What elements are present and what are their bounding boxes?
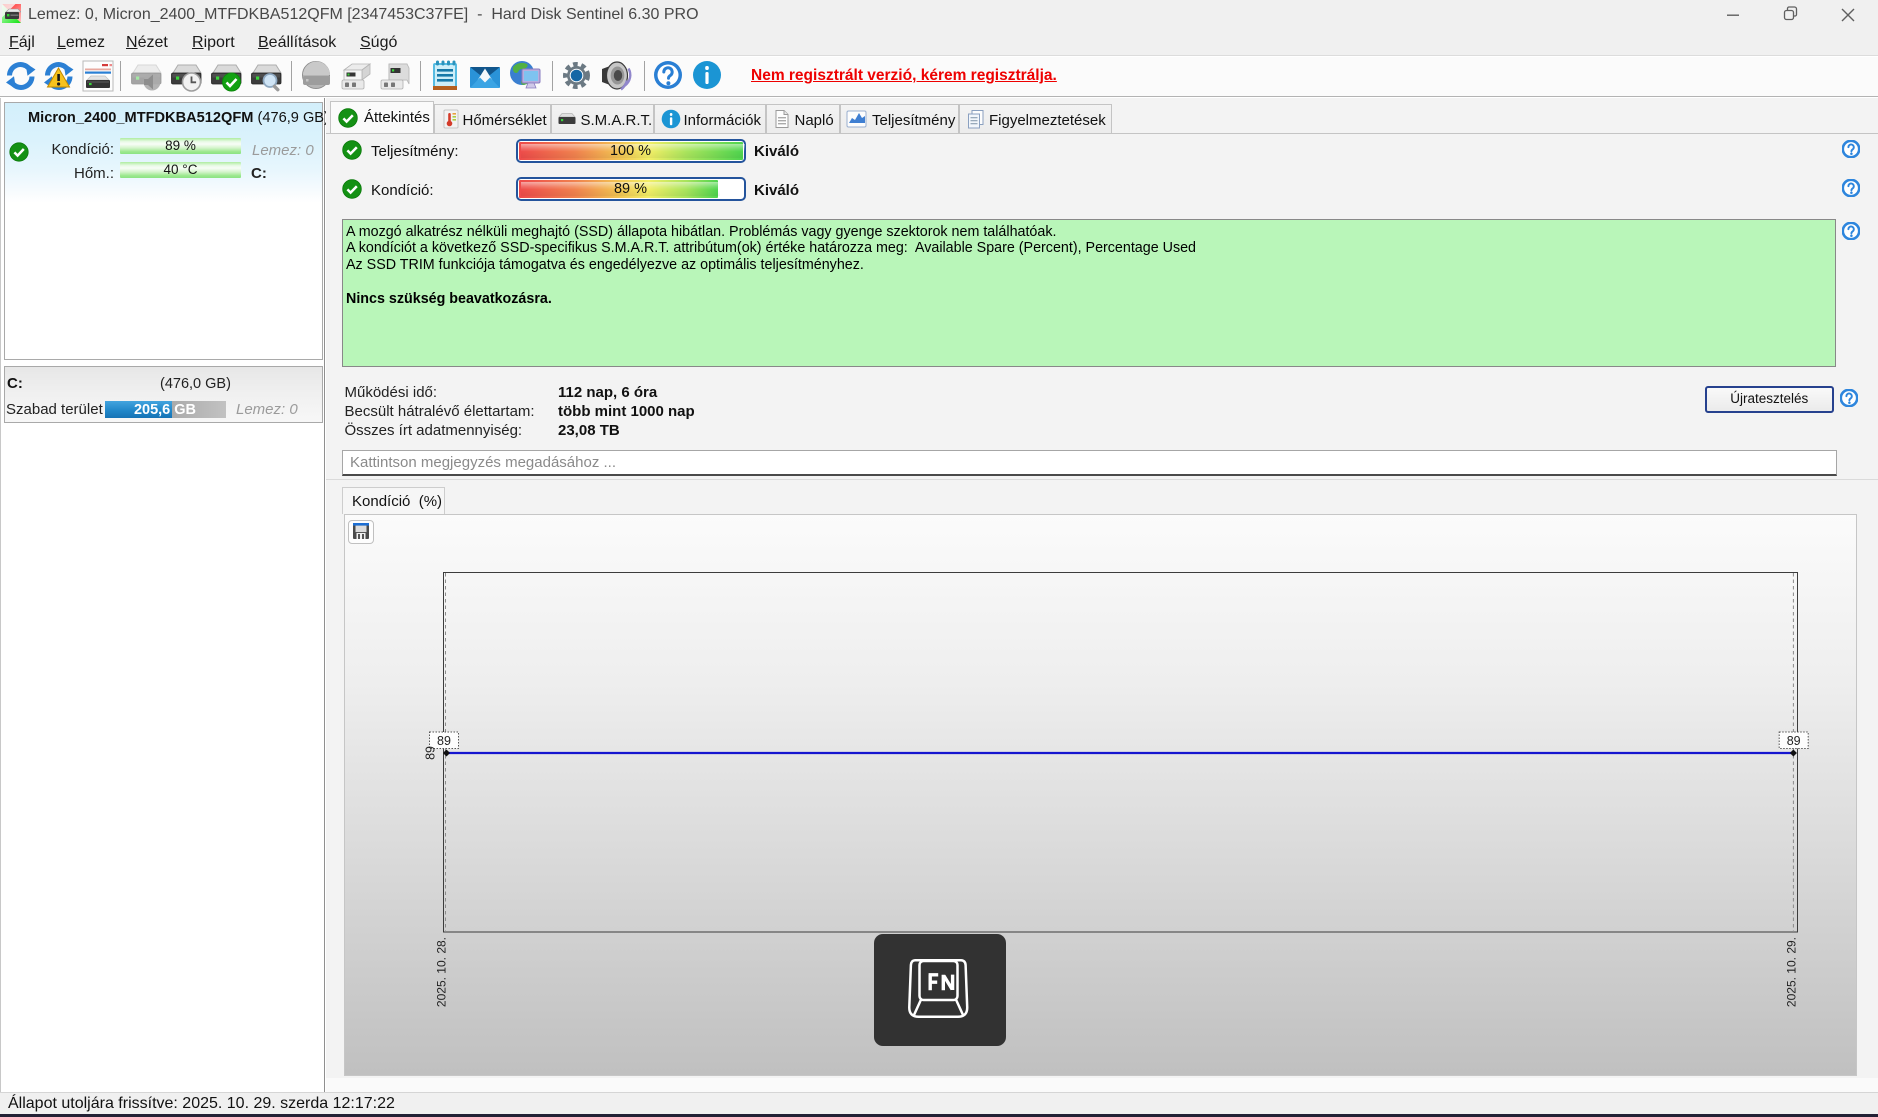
svg-text:89: 89 (1786, 734, 1800, 748)
svg-text:2025. 10. 29.: 2025. 10. 29. (1784, 937, 1798, 1007)
svg-text:2025. 10. 28.: 2025. 10. 28. (434, 937, 448, 1007)
svg-text:89: 89 (437, 734, 451, 748)
svg-text:89: 89 (423, 746, 437, 760)
